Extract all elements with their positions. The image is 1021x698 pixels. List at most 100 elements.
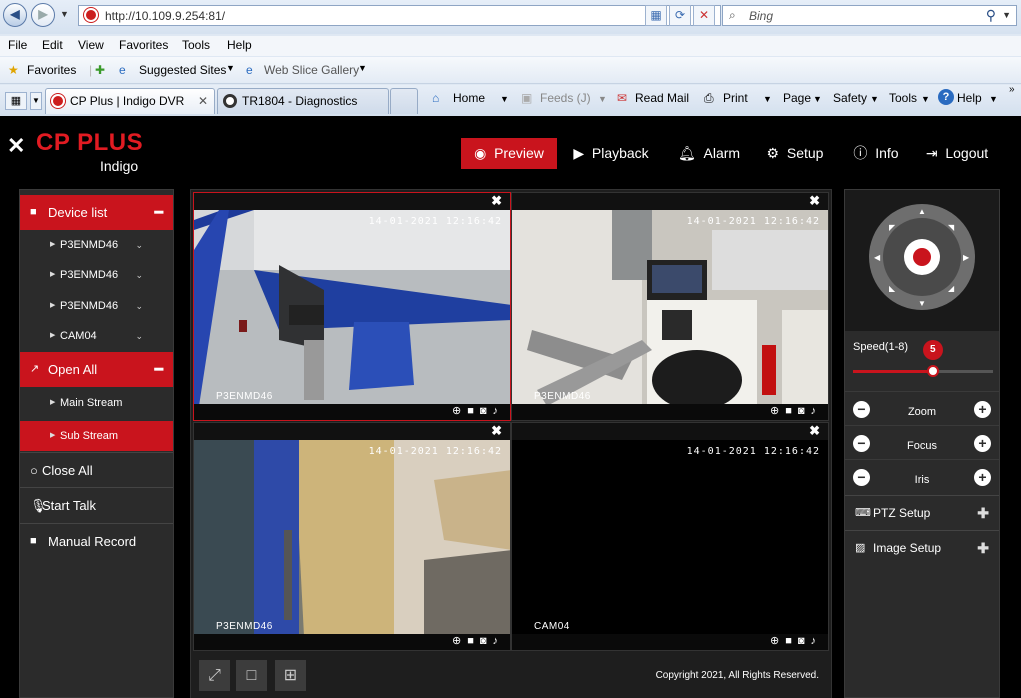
- expand-plus-icon[interactable]: ✚: [977, 496, 989, 531]
- main-stream-option[interactable]: ▶ Main Stream: [20, 388, 173, 418]
- suggested-sites-link[interactable]: Suggested Sites: [139, 63, 226, 77]
- close-tab-icon[interactable]: ✕: [198, 94, 208, 108]
- nav-alarm[interactable]: 🔔︎ Alarm: [676, 138, 742, 169]
- snapshot-icon[interactable]: ◙: [480, 405, 493, 417]
- device-item[interactable]: ▶ P3ENMD46 ⌄: [20, 230, 173, 260]
- web-slice-dropdown-icon[interactable]: ▼: [358, 63, 367, 73]
- history-dropdown-icon[interactable]: ▼: [60, 9, 69, 19]
- chevron-down-icon[interactable]: ⌄: [135, 260, 143, 290]
- more-commands-icon[interactable]: »: [1009, 84, 1015, 95]
- start-talk-button[interactable]: 🎙︎ Start Talk: [20, 487, 173, 522]
- device-item[interactable]: ▶ P3ENMD46 ⌄: [20, 260, 173, 290]
- menu-file[interactable]: File: [8, 38, 27, 52]
- fullscreen-icon[interactable]: ⤢: [199, 660, 230, 691]
- single-view-icon[interactable]: □: [236, 660, 267, 691]
- device-list-header[interactable]: ■ Device list ━: [20, 195, 173, 230]
- arrow-up-icon[interactable]: ▲: [918, 207, 926, 216]
- arrow-right-icon[interactable]: ▶: [963, 253, 969, 262]
- suggested-sites-dropdown-icon[interactable]: ▼: [226, 63, 235, 73]
- menu-favorites[interactable]: Favorites: [119, 38, 168, 52]
- audio-icon[interactable]: ♪: [493, 405, 505, 417]
- arrow-left-icon[interactable]: ◀: [874, 253, 880, 262]
- web-slice-gallery-link[interactable]: Web Slice Gallery: [264, 63, 359, 77]
- arrow-up-right-icon[interactable]: ◥: [948, 223, 954, 232]
- safety-menu[interactable]: Safety: [833, 91, 867, 105]
- favorites-button[interactable]: Favorites: [27, 63, 76, 77]
- arrow-down-left-icon[interactable]: ◣: [889, 284, 895, 293]
- menu-tools[interactable]: Tools: [182, 38, 210, 52]
- manual-record-button[interactable]: ■ Manual Record: [20, 523, 173, 558]
- video-cell[interactable]: ✖ 14-01-2021 12:16:42 P3ENMD46 ⊕■◙♪: [511, 192, 829, 421]
- new-tab-button[interactable]: [390, 88, 418, 114]
- record-icon[interactable]: ■: [467, 405, 480, 417]
- help-dropdown-icon[interactable]: ▼: [989, 94, 998, 104]
- open-all-header[interactable]: ↗ Open All ━: [20, 352, 173, 387]
- zoom-icon[interactable]: ⊕: [770, 635, 785, 647]
- print-dropdown-icon[interactable]: ▼: [763, 94, 772, 104]
- feeds-button[interactable]: Feeds (J): [540, 91, 591, 105]
- add-favorite-icon[interactable]: ✚: [95, 63, 105, 77]
- collapse-icon[interactable]: ━: [155, 195, 163, 230]
- zoom-icon[interactable]: ⊕: [770, 405, 785, 417]
- nav-playback[interactable]: ▶ Playback: [568, 138, 654, 169]
- zoom-icon[interactable]: ⊕: [452, 635, 467, 647]
- device-item[interactable]: ▶ P3ENMD46 ⌄: [20, 291, 173, 321]
- audio-icon[interactable]: ♪: [811, 405, 823, 417]
- close-icon[interactable]: ✖: [491, 193, 502, 209]
- chevron-down-icon[interactable]: ⌄: [135, 230, 143, 260]
- tab-cp-plus[interactable]: CP Plus | Indigo DVR ✕: [45, 88, 215, 114]
- chevron-down-icon[interactable]: ⌄: [135, 291, 143, 321]
- chevron-down-icon[interactable]: ⌄: [135, 321, 143, 351]
- quad-view-icon[interactable]: ⊞: [275, 660, 306, 691]
- menu-edit[interactable]: Edit: [42, 38, 63, 52]
- expand-plus-icon[interactable]: ✚: [977, 531, 989, 566]
- speed-slider-handle[interactable]: [926, 365, 939, 377]
- feeds-dropdown-icon[interactable]: ▼: [598, 94, 607, 104]
- nav-logout[interactable]: ⇥ Logout: [922, 138, 992, 169]
- help-menu[interactable]: Help: [957, 91, 982, 105]
- print-button[interactable]: Print: [723, 91, 748, 105]
- arrow-down-icon[interactable]: ▼: [918, 299, 926, 308]
- menu-view[interactable]: View: [78, 38, 104, 52]
- zoom-icon[interactable]: ⊕: [452, 405, 467, 417]
- iris-open-icon[interactable]: +: [974, 469, 991, 486]
- record-icon[interactable]: ■: [785, 405, 798, 417]
- snapshot-icon[interactable]: ◙: [798, 405, 811, 417]
- stop-icon[interactable]: ✕: [693, 5, 715, 26]
- safety-dropdown-icon[interactable]: ▼: [870, 94, 879, 104]
- tab-list-dropdown-icon[interactable]: ▼: [30, 92, 42, 110]
- close-icon[interactable]: ✖: [809, 193, 820, 209]
- nav-preview[interactable]: ◉ Preview: [461, 138, 557, 169]
- snapshot-icon[interactable]: ◙: [480, 635, 493, 647]
- tools-dropdown-icon[interactable]: ▼: [921, 94, 930, 104]
- video-cell[interactable]: ✖ 14-01-2021 12:16:42 P3ENMD46 ⊕■◙♪: [193, 192, 511, 421]
- quick-tabs-icon[interactable]: ▦: [5, 92, 27, 110]
- nav-setup[interactable]: ⚙ Setup: [763, 138, 827, 169]
- ptz-setup-section[interactable]: ⌨ PTZ Setup ✚: [845, 495, 999, 530]
- tab-tr1804[interactable]: TR1804 - Diagnostics: [217, 88, 389, 114]
- arrow-up-left-icon[interactable]: ◤: [889, 223, 895, 232]
- refresh-icon[interactable]: ⟳: [669, 5, 691, 26]
- page-menu[interactable]: Page: [783, 91, 811, 105]
- address-bar[interactable]: http://10.109.9.254:81/ ▼: [78, 5, 721, 26]
- read-mail-button[interactable]: Read Mail: [635, 91, 689, 105]
- close-icon[interactable]: ✖: [491, 423, 502, 439]
- home-button[interactable]: Home: [453, 91, 485, 105]
- audio-icon[interactable]: ♪: [493, 635, 505, 647]
- search-icon[interactable]: ⚲: [986, 7, 996, 24]
- back-icon[interactable]: ◀: [3, 3, 27, 27]
- home-dropdown-icon[interactable]: ▼: [500, 94, 509, 104]
- sub-stream-option[interactable]: ▶ Sub Stream: [20, 421, 173, 451]
- forward-icon[interactable]: ▶: [31, 3, 55, 27]
- tools-menu[interactable]: Tools: [889, 91, 917, 105]
- collapse-icon[interactable]: ━: [155, 352, 163, 387]
- search-input[interactable]: ⌕ Bing ⚲ ▼: [722, 5, 1017, 26]
- audio-icon[interactable]: ♪: [811, 635, 823, 647]
- snapshot-icon[interactable]: ◙: [798, 635, 811, 647]
- close-all-button[interactable]: ○ Close All: [20, 452, 173, 487]
- close-icon[interactable]: ✖: [809, 423, 820, 439]
- focus-in-icon[interactable]: +: [974, 435, 991, 452]
- video-cell[interactable]: ✖ 14-01-2021 12:16:42 P3ENMD46 ⊕■◙♪: [193, 422, 511, 651]
- record-icon[interactable]: ■: [785, 635, 798, 647]
- record-icon[interactable]: ■: [467, 635, 480, 647]
